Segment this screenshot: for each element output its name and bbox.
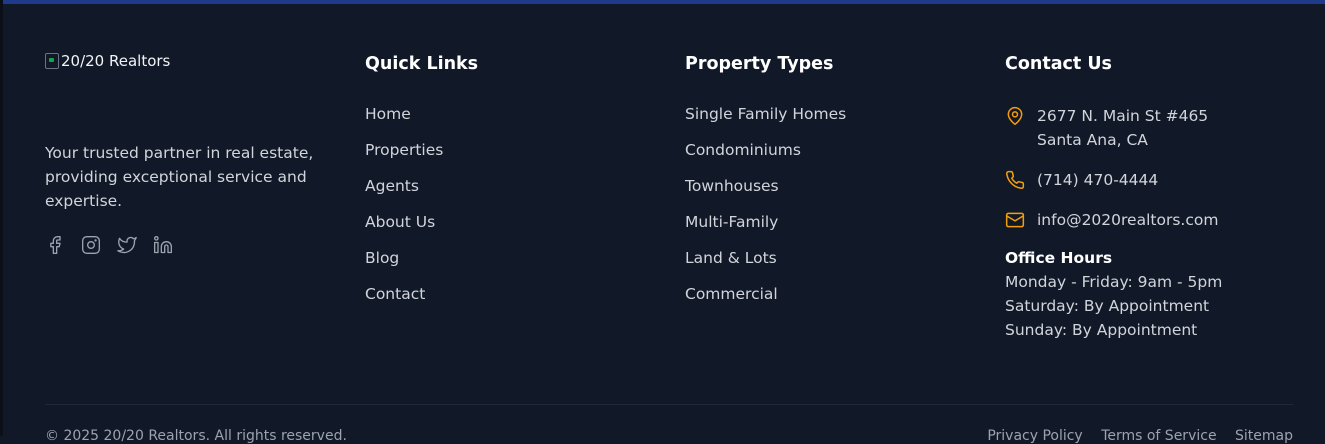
- property-type-townhouses[interactable]: Townhouses: [685, 176, 965, 196]
- quick-links-list: Home Properties Agents About Us Blog Con…: [365, 104, 645, 304]
- twitter-icon[interactable]: [117, 235, 137, 255]
- logo-image[interactable]: 20/20 Realtors: [45, 52, 325, 78]
- sitemap-link[interactable]: Sitemap: [1235, 428, 1293, 444]
- social-links: [45, 235, 325, 255]
- property-type-single-family[interactable]: Single Family Homes: [685, 104, 965, 124]
- email-text: info@2020realtors.com: [1037, 211, 1219, 229]
- quick-link-contact[interactable]: Contact: [365, 284, 645, 304]
- property-types-heading: Property Types: [685, 54, 834, 74]
- address-line-1: 2677 N. Main St #465: [1037, 107, 1209, 125]
- quick-links-column: Quick Links Home Properties Agents About…: [365, 52, 645, 320]
- hours-weekdays: Monday - Friday: 9am - 5pm: [1005, 273, 1223, 291]
- legal-links: Privacy Policy Terms of Service Sitemap: [973, 428, 1293, 444]
- footer-divider: [45, 404, 1293, 405]
- contact-column: Contact Us 2677 N. Main St #465 Santa An…: [1005, 52, 1305, 342]
- office-hours-heading: Office Hours: [1005, 249, 1113, 267]
- facebook-icon[interactable]: [45, 235, 65, 255]
- property-type-land-lots[interactable]: Land & Lots: [685, 248, 965, 268]
- property-type-condominiums[interactable]: Condominiums: [685, 140, 965, 160]
- brand-tagline: Your trusted partner in real estate, pro…: [45, 144, 314, 210]
- terms-of-service-link[interactable]: Terms of Service: [1101, 428, 1216, 444]
- copyright-text: © 2025 20/20 Realtors. All rights reserv…: [45, 428, 347, 444]
- phone-text: (714) 470-4444: [1037, 171, 1159, 189]
- property-types-list: Single Family Homes Condominiums Townhou…: [685, 104, 965, 304]
- address-line-2: Santa Ana, CA: [1037, 131, 1148, 149]
- brand-column: 20/20 Realtors Your trusted partner in r…: [45, 52, 325, 255]
- linkedin-icon[interactable]: [153, 235, 173, 255]
- top-accent-bar: [0, 0, 1325, 4]
- email-row[interactable]: info@2020realtors.com: [1005, 208, 1305, 232]
- quick-link-blog[interactable]: Blog: [365, 248, 645, 268]
- left-edge: [0, 0, 3, 436]
- contact-details: 2677 N. Main St #465 Santa Ana, CA (714)…: [1005, 104, 1305, 232]
- address-row: 2677 N. Main St #465 Santa Ana, CA: [1005, 104, 1305, 152]
- property-type-multi-family[interactable]: Multi-Family: [685, 212, 965, 232]
- property-types-column: Property Types Single Family Homes Condo…: [685, 52, 965, 320]
- quick-link-about[interactable]: About Us: [365, 212, 645, 232]
- phone-icon: [1005, 170, 1025, 190]
- instagram-icon[interactable]: [81, 235, 101, 255]
- quick-link-properties[interactable]: Properties: [365, 140, 645, 160]
- broken-image-icon: [45, 53, 59, 69]
- quick-link-agents[interactable]: Agents: [365, 176, 645, 196]
- contact-heading: Contact Us: [1005, 54, 1112, 74]
- mail-icon: [1005, 210, 1025, 230]
- map-pin-icon: [1005, 106, 1025, 126]
- phone-row[interactable]: (714) 470-4444: [1005, 168, 1305, 192]
- hours-saturday: Saturday: By Appointment: [1005, 297, 1210, 315]
- logo-alt-text: 20/20 Realtors: [61, 52, 171, 70]
- office-hours-list: Monday - Friday: 9am - 5pm Saturday: By …: [1005, 270, 1305, 342]
- privacy-policy-link[interactable]: Privacy Policy: [987, 428, 1082, 444]
- quick-links-heading: Quick Links: [365, 54, 479, 74]
- quick-link-home[interactable]: Home: [365, 104, 645, 124]
- hours-sunday: Sunday: By Appointment: [1005, 321, 1198, 339]
- property-type-commercial[interactable]: Commercial: [685, 284, 965, 304]
- address-text: 2677 N. Main St #465 Santa Ana, CA: [1037, 104, 1208, 152]
